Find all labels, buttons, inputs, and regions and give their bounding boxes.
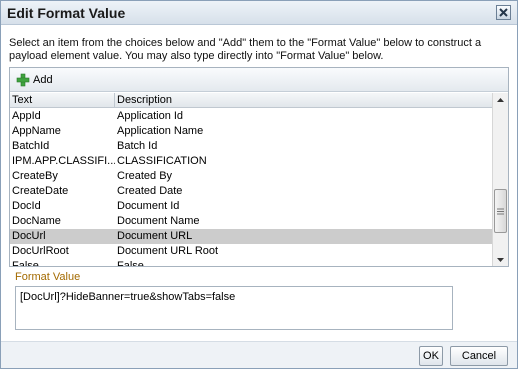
close-icon (499, 8, 508, 17)
row-text: DocId (12, 200, 41, 212)
row-text: CreateDate (12, 185, 69, 197)
add-button-label: Add (33, 74, 53, 86)
chevron-down-icon (497, 258, 504, 262)
format-value-input[interactable]: [DocUrl]?HideBanner=true&showTabs=false (15, 286, 453, 330)
dialog-titlebar: Edit Format Value (1, 1, 517, 25)
plus-icon (16, 73, 30, 87)
row-description: Document URL (117, 230, 193, 242)
row-description: False (117, 260, 144, 267)
table-row[interactable]: DocId Document Id (10, 199, 492, 214)
row-description: CLASSIFICATION (117, 155, 207, 167)
row-text: AppId (12, 110, 41, 122)
edit-format-value-dialog: Edit Format Value Select an item from th… (0, 0, 518, 369)
scroll-thumb[interactable] (494, 189, 507, 233)
table-row[interactable]: DocName Document Name (10, 214, 492, 229)
choices-table-panel: Add Text Description AppId Application I… (9, 67, 509, 267)
scroll-down-button[interactable] (493, 253, 508, 266)
row-description: Application Id (117, 110, 184, 122)
row-text: CreateBy (12, 170, 58, 182)
row-description: Created By (117, 170, 173, 182)
format-value-label: Format Value (15, 271, 81, 283)
add-button[interactable]: Add (16, 71, 53, 89)
ok-button[interactable]: OK (419, 346, 443, 366)
row-text: False (12, 260, 39, 267)
table-row-selected[interactable]: DocUrl Document URL (10, 229, 492, 244)
table-row[interactable]: IPM.APP.CLASSIFI... CLASSIFICATION (10, 154, 492, 169)
table-row[interactable]: BatchId Batch Id (10, 139, 492, 154)
row-text: DocUrlRoot (12, 245, 69, 257)
dialog-footer: OK Cancel (1, 341, 517, 368)
table-body: AppId Application Id AppName Application… (10, 109, 492, 267)
table-row[interactable]: DocUrlRoot Document URL Root (10, 244, 492, 259)
table-scrollbar[interactable] (492, 93, 508, 266)
row-description: Application Name (117, 125, 204, 137)
chevron-up-icon (497, 98, 504, 102)
table-header: Text Description (10, 93, 492, 108)
instructions-text: Select an item from the choices below an… (9, 37, 482, 62)
row-description: Document Id (117, 200, 180, 212)
row-text: DocName (12, 215, 61, 227)
table-row[interactable]: AppName Application Name (10, 124, 492, 139)
column-header-text[interactable]: Text (10, 93, 115, 108)
table-row[interactable]: CreateDate Created Date (10, 184, 492, 199)
row-text: AppName (12, 125, 61, 137)
close-button[interactable] (496, 5, 511, 20)
table-row[interactable]: AppId Application Id (10, 109, 492, 124)
dialog-title: Edit Format Value (7, 5, 126, 21)
row-text: BatchId (12, 140, 50, 152)
scroll-up-button[interactable] (493, 93, 508, 107)
cancel-button[interactable]: Cancel (450, 346, 508, 366)
row-text: DocUrl (12, 230, 46, 242)
row-description: Document URL Root (117, 245, 219, 257)
table-row[interactable]: CreateBy Created By (10, 169, 492, 184)
row-description: Document Name (117, 215, 200, 227)
column-header-description[interactable]: Description (115, 93, 492, 108)
row-text: IPM.APP.CLASSIFI... (12, 155, 115, 167)
row-description: Batch Id (117, 140, 158, 152)
row-description: Created Date (117, 185, 183, 197)
table-row[interactable]: False False (10, 259, 492, 267)
table-toolbar: Add (10, 68, 508, 92)
grip-icon (497, 208, 504, 214)
